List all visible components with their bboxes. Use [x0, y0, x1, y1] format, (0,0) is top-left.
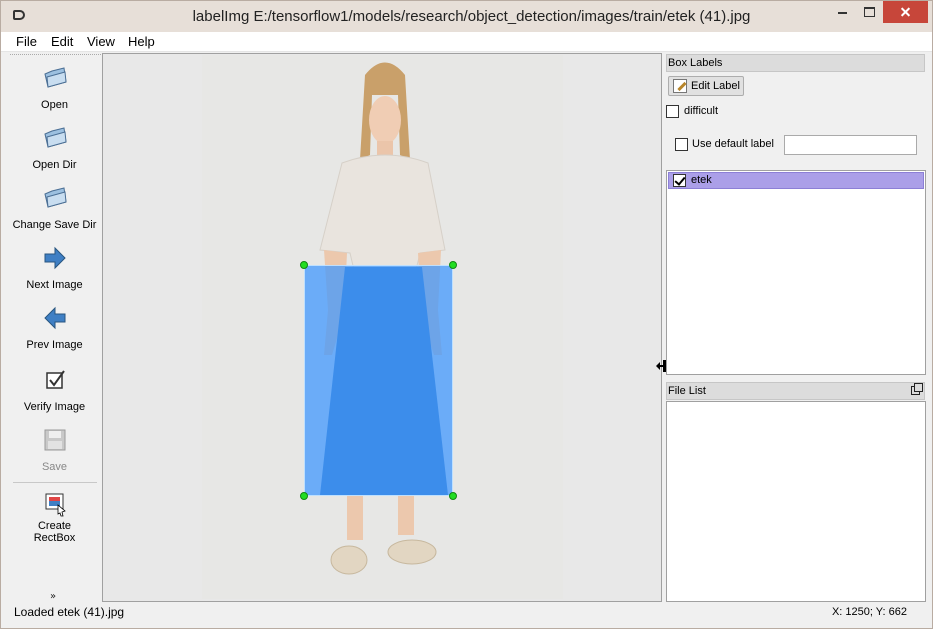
create-rectbox-button[interactable]: Create RectBox [10, 491, 99, 544]
close-button[interactable] [883, 1, 928, 23]
save-label: Save [41, 461, 68, 473]
file-list-dock-title: File List [666, 382, 925, 400]
rectbox-icon [45, 493, 66, 517]
bbox-handle-bottom-left[interactable] [300, 492, 308, 500]
box-labels-dock-title: Box Labels [666, 54, 925, 72]
change-save-dir-button[interactable]: Change Save Dir [10, 185, 99, 231]
change-save-dir-label: Change Save Dir [12, 219, 97, 231]
open-dir-label: Open Dir [32, 159, 77, 171]
file-list-title: File List [668, 385, 706, 397]
label-visible-checkbox[interactable] [673, 174, 686, 187]
status-bar: Loaded etek (41).jpg X: 1250; Y: 662 [1, 603, 932, 628]
verify-image-label: Verify Image [23, 401, 86, 413]
folder-open-icon [43, 187, 67, 208]
menu-bar: File Edit View Help [1, 32, 932, 52]
toolbar-overflow-icon[interactable]: » [50, 591, 56, 602]
left-toolbar: Open Open Dir Change Save Dir Next Image [10, 54, 101, 602]
menu-view[interactable]: View [87, 34, 115, 49]
use-default-label-checkbox[interactable] [675, 138, 688, 151]
bbox-handle-top-left[interactable] [300, 261, 308, 269]
menu-edit[interactable]: Edit [51, 34, 73, 49]
use-default-label-text: Use default label [692, 138, 774, 150]
menu-file[interactable]: File [16, 34, 37, 49]
pencil-edit-icon [673, 79, 687, 93]
verify-image-button[interactable]: Verify Image [10, 367, 99, 413]
minimize-button[interactable] [830, 1, 857, 23]
difficult-checkbox[interactable] [666, 105, 679, 118]
folder-open-icon [43, 67, 67, 88]
difficult-label: difficult [684, 105, 719, 117]
default-label-input[interactable] [784, 135, 917, 155]
edit-label-button[interactable]: Edit Label [668, 76, 744, 96]
app-window: labelImg E:/tensorflow1/models/research/… [0, 0, 933, 629]
window-title: labelImg E:/tensorflow1/models/research/… [192, 8, 751, 25]
checkbox-verify-icon [45, 370, 65, 389]
next-image-label: Next Image [26, 279, 83, 291]
prev-image-button[interactable]: Prev Image [10, 305, 99, 351]
edit-label-text: Edit Label [691, 80, 740, 92]
label-list-item[interactable]: etek [668, 172, 924, 189]
floppy-disk-icon [44, 429, 65, 451]
save-button[interactable]: Save [10, 427, 99, 473]
open-label: Open [41, 99, 68, 111]
label-name: etek [691, 174, 712, 186]
bounding-box-etek[interactable] [304, 265, 453, 496]
bbox-handle-top-right[interactable] [449, 261, 457, 269]
create-rectbox-label-1: Create [37, 520, 72, 532]
image-canvas[interactable] [102, 53, 662, 602]
arrow-right-icon [44, 246, 66, 270]
cursor-coordinates: X: 1250; Y: 662 [831, 606, 907, 618]
folder-open-icon [43, 127, 67, 148]
menu-help[interactable]: Help [128, 34, 155, 49]
open-dir-button[interactable]: Open Dir [10, 125, 99, 171]
file-list[interactable] [666, 401, 926, 602]
open-button[interactable]: Open [10, 65, 99, 111]
status-message: Loaded etek (41).jpg [14, 605, 125, 619]
undock-float-icon[interactable] [911, 383, 923, 395]
create-rectbox-label-2: RectBox [33, 532, 76, 544]
prev-image-label: Prev Image [26, 339, 83, 351]
arrow-left-icon [43, 306, 65, 330]
next-image-button[interactable]: Next Image [10, 245, 99, 291]
title-bar[interactable]: labelImg E:/tensorflow1/models/research/… [1, 1, 932, 32]
label-list[interactable]: etek [666, 170, 926, 375]
bbox-handle-bottom-right[interactable] [449, 492, 457, 500]
toolbar-separator [13, 482, 97, 483]
maximize-button[interactable] [857, 1, 883, 23]
